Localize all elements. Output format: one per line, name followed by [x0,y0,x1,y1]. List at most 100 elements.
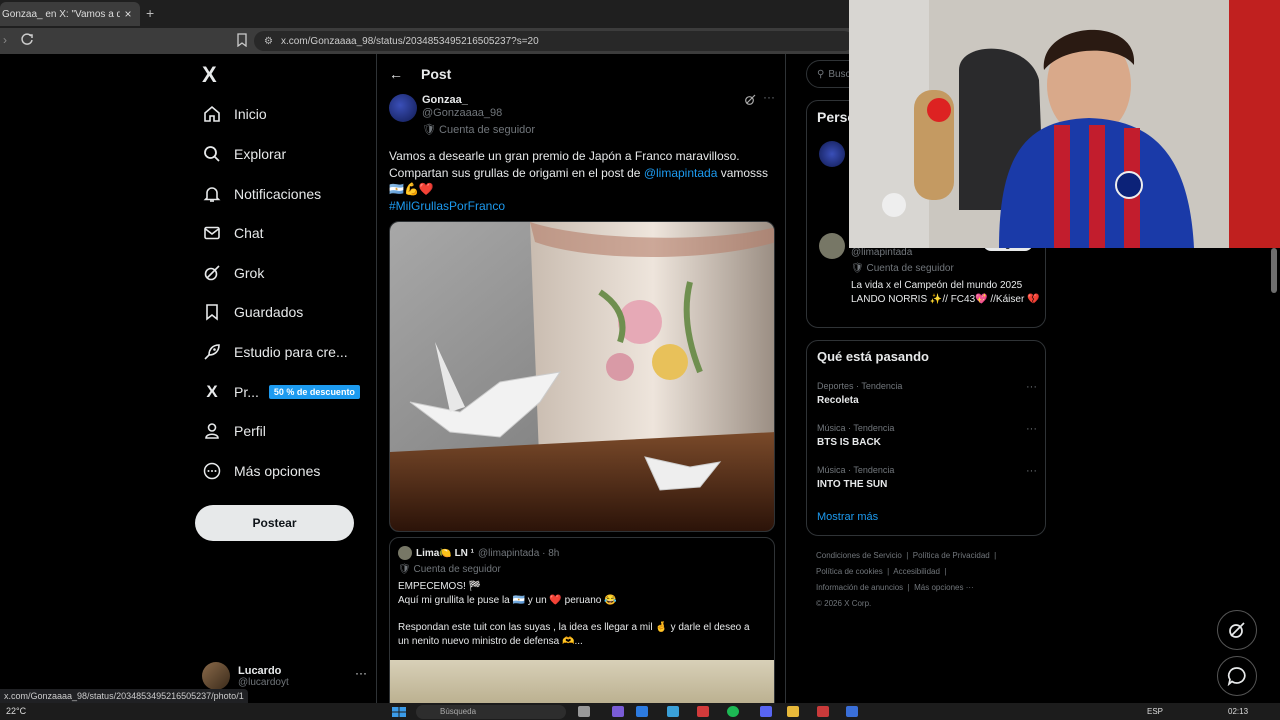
account-more-icon[interactable]: ··· [355,666,367,680]
nav-guardados[interactable]: Guardados [202,297,303,327]
system-clock[interactable]: 02:13 [1228,707,1248,716]
url-field[interactable]: ⚙ x.com/Gonzaaaa_98/status/2034853495216… [254,31,854,51]
footer-copyright: © 2026 X Corp. [816,599,872,608]
windows-start-icon[interactable] [392,707,406,717]
subscriber-label: 🛡 Cuenta de seguidor [422,124,536,136]
page-scrollbar[interactable] [1271,248,1277,293]
tweet-text-part: vamosss [717,165,769,180]
app-icon[interactable] [667,706,679,717]
nav-perfil[interactable]: Perfil [202,416,266,446]
streamer-webcam-image [849,0,1280,248]
quote-subscriber-text: Cuenta de seguidor [413,564,501,575]
page-title: Post [421,66,452,82]
nav-notificaciones[interactable]: Notificaciones [202,179,321,209]
app-icon[interactable] [817,706,829,717]
author-avatar[interactable] [389,94,417,122]
weather-widget[interactable]: 22°C [6,706,26,716]
footer-link-ads[interactable]: Información de anuncios [816,583,903,592]
grok-explain-icon[interactable] [744,94,756,106]
x-premium-icon: X [206,382,218,401]
quote-line-1: EMPECEMOS! 🏁 [398,581,482,592]
origami-cranes-photo [390,222,774,531]
quote-subscriber-label: 🛡 Cuenta de seguidor [398,564,501,575]
author-name[interactable]: Gonzaa_ [422,94,468,106]
trend-name: INTO THE SUN [817,479,888,490]
browser-tab[interactable]: Gonzaa_ en X: "Vamos a desearle × [0,2,140,26]
account-handle: @lucardoyt [238,676,289,688]
account-name: Lucardo [238,664,282,677]
footer-link-terms[interactable]: Condiciones de Servicio [816,551,902,560]
author-handle[interactable]: @Gonzaaaa_98 [422,107,502,119]
footer-link-more[interactable]: Más opciones ··· [914,583,974,592]
tweet-emojis: 🇦🇷💪❤️ [389,182,434,196]
quote-author-name: Lima🍋 LN ¹ [416,547,475,559]
quote-author-handle: @limapintada · 8h [478,547,560,559]
nav-premium[interactable]: X Pr... 50 % de descuento [202,377,360,407]
forward-icon[interactable]: › [3,33,7,47]
quote-header: Lima🍋 LN ¹ @limapintada · 8h [398,546,559,560]
main-column: ← Post Gonzaa_ @Gonzaaaa_98 🛡 Cuenta de … [376,54,786,720]
trend-item[interactable]: Música · Tendencia INTO THE SUN ··· [817,465,1037,499]
back-arrow-icon[interactable]: ← [389,66,403,82]
search-placeholder: Busc [828,68,851,80]
nav-chat[interactable]: Chat [202,218,264,248]
nav-label-notificaciones: Notificaciones [234,186,322,202]
post-button[interactable]: Postear [195,505,354,541]
tweet-text-line-1: Vamos a desearle un gran premio de Japón… [389,149,740,163]
folder-icon[interactable] [787,706,799,717]
subscriber-text: Cuenta de seguidor [439,124,536,136]
trend-more-icon[interactable]: ··· [1026,423,1037,435]
suggested-user-handle[interactable]: @limapintada [851,247,912,258]
footer-link-cookies[interactable]: Política de cookies [816,567,883,576]
new-tab-button[interactable]: + [146,5,154,21]
tab-close-icon[interactable]: × [120,7,136,21]
tweet-more-icon[interactable]: ··· [763,90,775,104]
nav-grok[interactable]: Grok [202,258,264,288]
site-settings-icon[interactable]: ⚙ [264,36,273,47]
home-icon [202,104,222,124]
app-icon[interactable] [846,706,858,717]
trend-item[interactable]: Deportes · Tendencia Recoleta ··· [817,381,1037,415]
messages-float-button[interactable] [1217,656,1257,696]
search-icon [202,144,222,164]
trend-meta: Música · Tendencia [817,465,895,475]
trend-more-icon[interactable]: ··· [1026,381,1037,393]
bookmark-star-icon[interactable] [236,33,248,47]
trend-more-icon[interactable]: ··· [1026,465,1037,477]
language-indicator[interactable]: ESP [1147,707,1163,716]
hashtag-link[interactable]: #MilGrullasPorFranco [389,198,774,215]
trends-card: Qué está pasando Deportes · Tendencia Re… [806,340,1046,536]
grok-icon [202,263,222,283]
taskbar-search[interactable]: Búsqueda [416,705,566,719]
bell-icon [202,184,222,204]
windows-taskbar: 22°C Búsqueda ESP 02:13 [0,703,1280,720]
nav-inicio[interactable]: Inicio [202,99,267,129]
app-icon[interactable] [636,706,648,717]
suggested-user-avatar[interactable] [819,233,845,259]
reload-icon[interactable] [20,32,34,46]
show-more-link[interactable]: Mostrar más [817,511,878,523]
app-icon[interactable] [697,706,709,717]
discord-icon[interactable] [760,706,772,717]
nav-label-premium: Pr... [234,384,259,400]
grok-float-button[interactable] [1217,610,1257,650]
task-view-icon[interactable] [578,706,590,717]
quoted-tweet[interactable]: Lima🍋 LN ¹ @limapintada · 8h 🛡 Cuenta de… [389,537,775,720]
x-logo[interactable]: X [202,62,217,88]
footer-link-accessibility[interactable]: Accesibilidad [893,567,940,576]
nav-label-estudio: Estudio para cre... [234,344,348,360]
link-status-bar: x.com/Gonzaaaa_98/status/203485349521650… [0,689,248,703]
premium-discount-badge: 50 % de descuento [268,385,360,399]
nav-explorar[interactable]: Explorar [202,139,286,169]
nav-label-perfil: Perfil [234,423,266,439]
footer-link-privacy[interactable]: Política de Privacidad [913,551,990,560]
nav-estudio[interactable]: Estudio para cre... [202,337,348,367]
avatar [202,662,230,690]
trend-item[interactable]: Música · Tendencia BTS IS BACK ··· [817,423,1037,457]
tweet-photo[interactable] [389,221,775,532]
suggested-user-avatar[interactable] [819,141,845,167]
spotify-icon[interactable] [727,706,739,717]
nav-mas-opciones[interactable]: Más opciones [202,456,320,486]
app-icon[interactable] [612,706,624,717]
mention-link[interactable]: @limapintada [644,166,718,180]
